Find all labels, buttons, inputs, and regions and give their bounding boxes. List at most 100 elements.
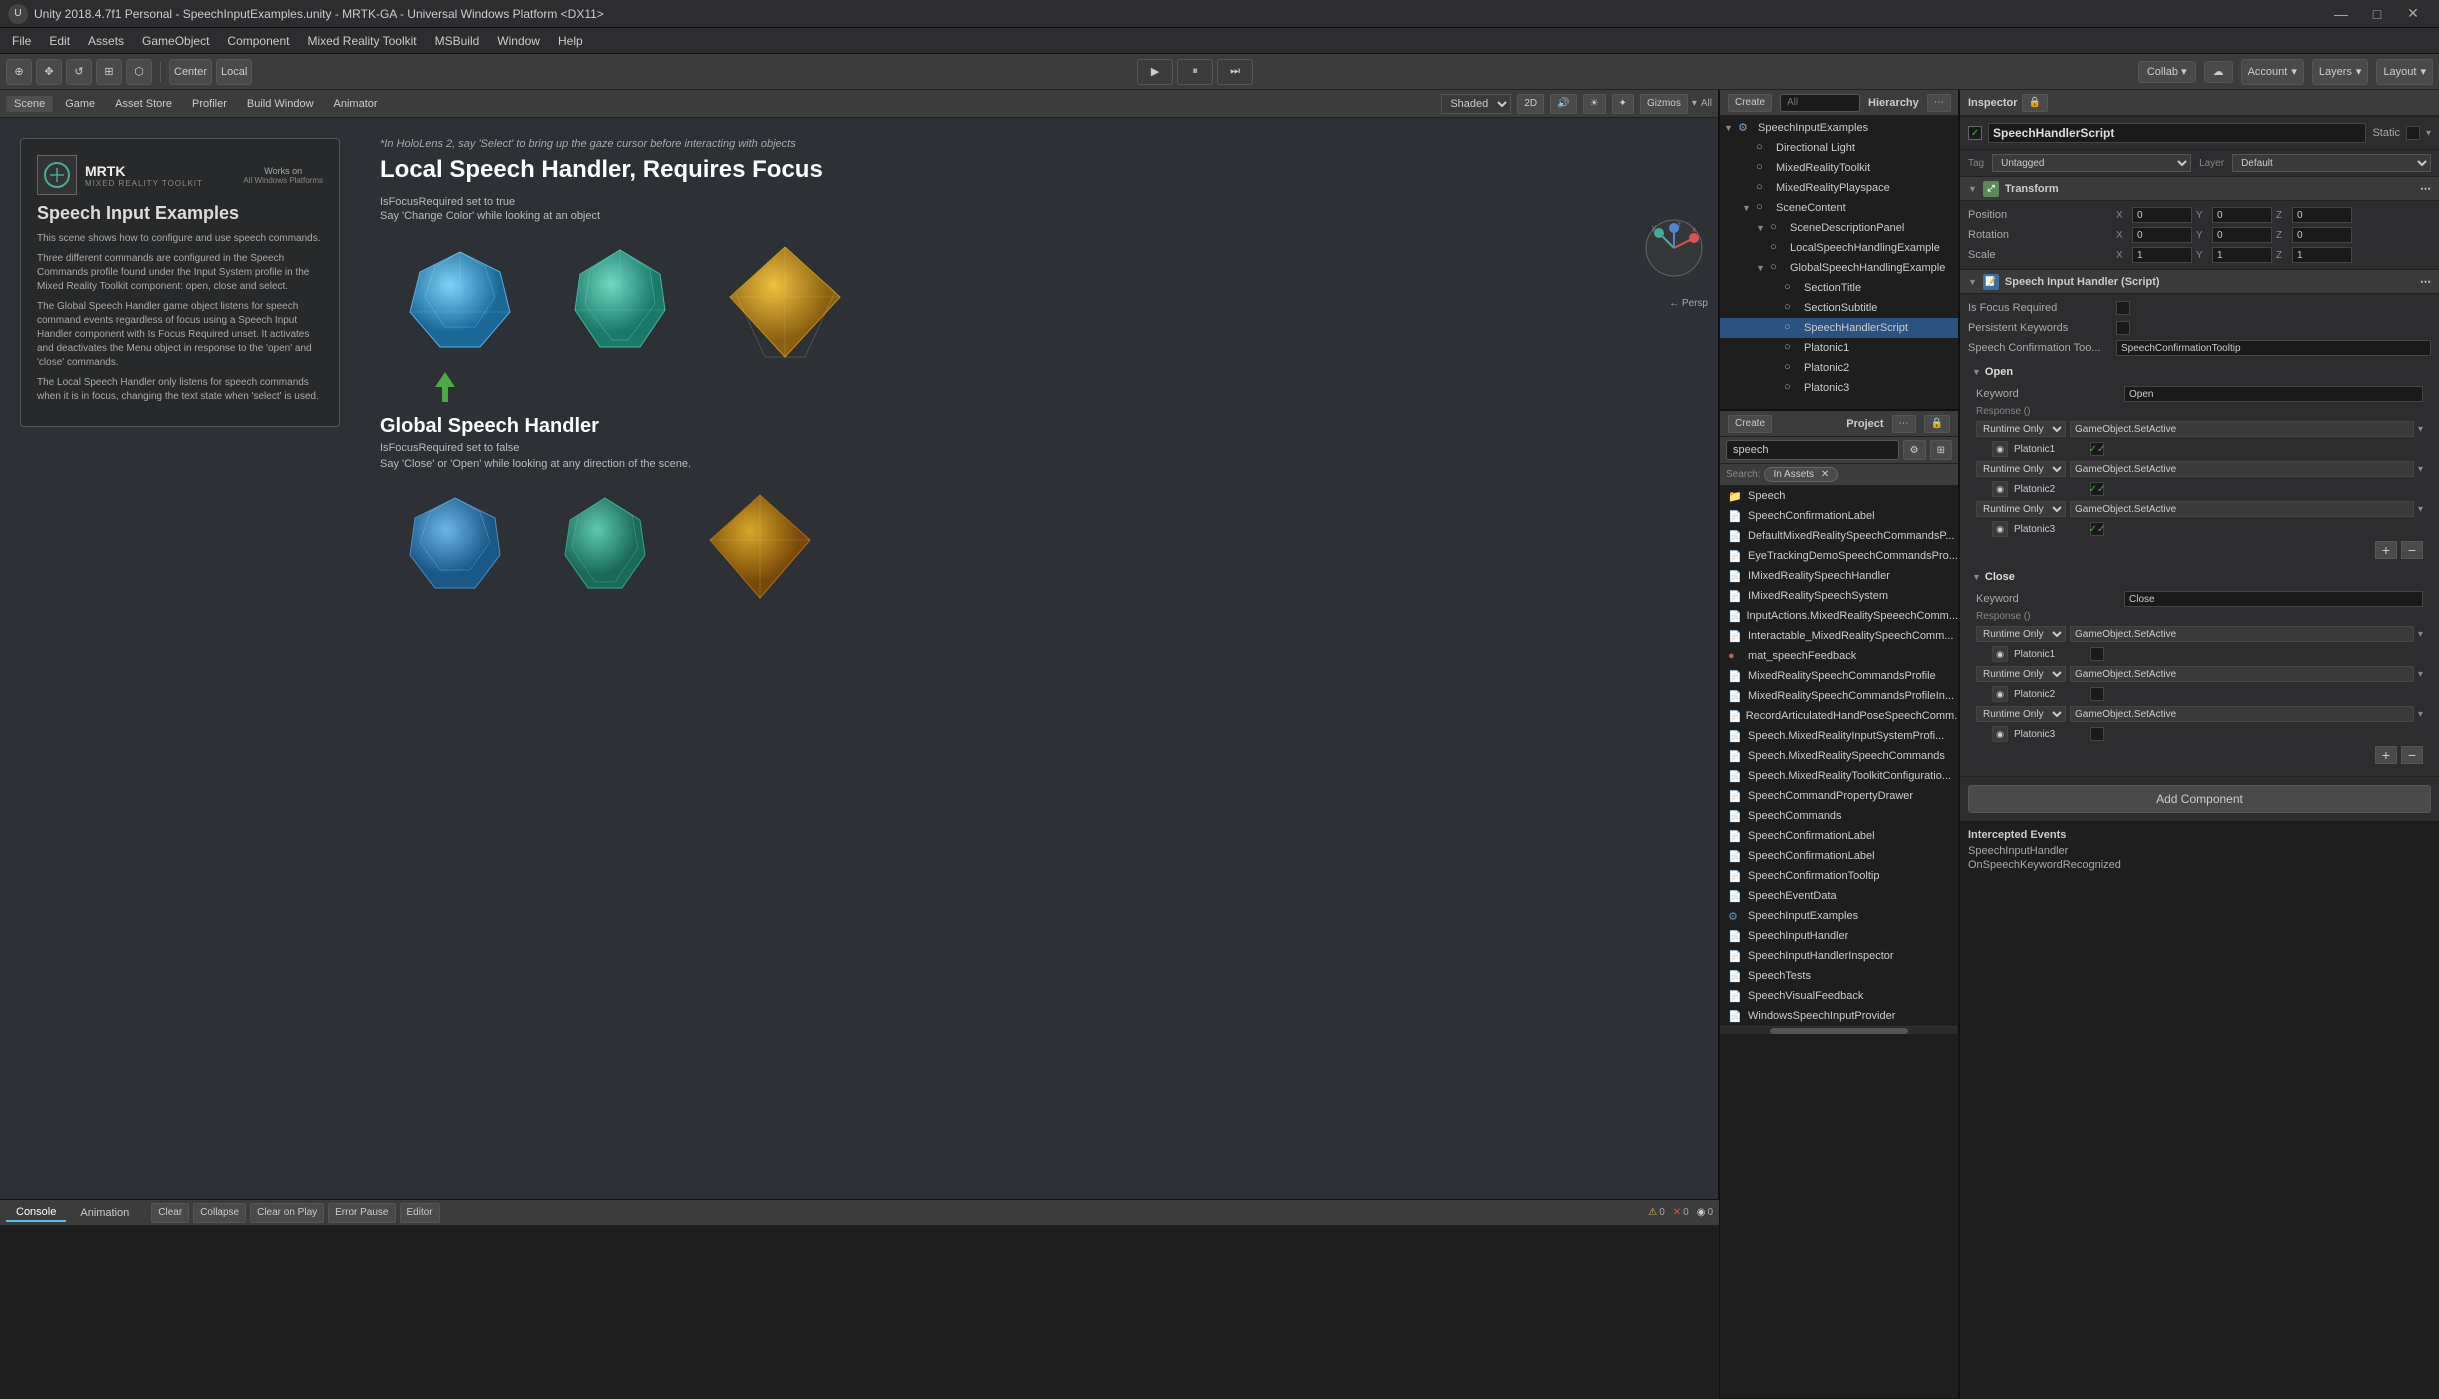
project-item-18[interactable]: 📄 SpeechConfirmationLabel (1720, 846, 1958, 866)
hierarchy-item-speech-handler-script[interactable]: ○ SpeechHandlerScript (1720, 318, 1958, 338)
close-response-input-1[interactable] (2070, 626, 2414, 642)
shaded-dropdown[interactable]: Shaded (1441, 94, 1511, 114)
project-item-16[interactable]: 📄 SpeechCommands (1720, 806, 1958, 826)
project-item-1[interactable]: 📄 SpeechConfirmationLabel (1720, 506, 1958, 526)
open-obj-check-1[interactable]: ✓ (2090, 442, 2104, 456)
open-response-arrow-3[interactable]: ▾ (2418, 504, 2423, 515)
close-obj-check-3[interactable] (2090, 727, 2104, 741)
scale-x-input[interactable] (2132, 247, 2192, 263)
gameobject-name-input[interactable] (1988, 123, 2366, 143)
speech-handler-options[interactable]: ⋯ (2420, 275, 2431, 288)
hierarchy-item-global-speech[interactable]: ▼ ○ GlobalSpeechHandlingExample (1720, 258, 1958, 278)
tag-dropdown[interactable]: Untagged (1992, 154, 2191, 172)
hierarchy-item-platonic1[interactable]: ○ Platonic1 (1720, 338, 1958, 358)
close-obj-lock-2[interactable]: ◉ (1992, 686, 2008, 702)
project-search-type-button[interactable]: ⊞ (1930, 440, 1952, 460)
error-pause-button[interactable]: Error Pause (328, 1203, 395, 1223)
hierarchy-item-platonic3[interactable]: ○ Platonic3 (1720, 378, 1958, 398)
menu-component[interactable]: Component (219, 32, 297, 50)
clear-on-play-button[interactable]: Clear on Play (250, 1203, 324, 1223)
collapse-button[interactable]: Collapse (193, 1203, 246, 1223)
project-item-19[interactable]: 📄 SpeechConfirmationTooltip (1720, 866, 1958, 886)
play-button[interactable]: ▶ (1137, 59, 1173, 85)
project-item-12[interactable]: 📄 Speech.MixedRealityInputSystemProfi... (1720, 726, 1958, 746)
menu-assets[interactable]: Assets (80, 32, 132, 50)
close-response-arrow-2[interactable]: ▾ (2418, 669, 2423, 680)
menu-file[interactable]: File (4, 32, 39, 50)
hierarchy-item-scene-description-panel[interactable]: ▼ ○ SceneDescriptionPanel (1720, 218, 1958, 238)
hierarchy-item-speech-input-examples[interactable]: ▼ ⚙ SpeechInputExamples (1720, 118, 1958, 138)
maximize-button[interactable]: □ (2359, 0, 2395, 28)
close-button[interactable]: ✕ (2395, 0, 2431, 28)
menu-msbuild[interactable]: MSBuild (427, 32, 488, 50)
layout-dropdown[interactable]: Layout ▾ (2376, 59, 2433, 85)
close-obj-lock-3[interactable]: ◉ (1992, 726, 2008, 742)
close-response-dropdown-2[interactable]: Runtime Only (1976, 666, 2066, 682)
hierarchy-item-directional-light[interactable]: ○ Directional Light (1720, 138, 1958, 158)
hierarchy-item-local-speech[interactable]: ○ LocalSpeechHandlingExample (1720, 238, 1958, 258)
tab-asset-store[interactable]: Asset Store (107, 96, 180, 112)
is-focus-required-checkbox[interactable] (2116, 301, 2130, 315)
static-checkbox[interactable] (2406, 126, 2420, 140)
inspector-lock-button[interactable]: 🔒 (2022, 94, 2048, 112)
project-create-button[interactable]: Create (1728, 415, 1772, 433)
open-add-button[interactable]: + (2375, 541, 2397, 559)
in-assets-close[interactable]: ✕ (1821, 469, 1829, 480)
speech-handler-component-header[interactable]: ▼ 📝 Speech Input Handler (Script) ⋯ (1960, 270, 2439, 294)
tool-scale[interactable]: ↺ (66, 59, 92, 85)
project-item-speech[interactable]: 📁 Speech (1720, 486, 1958, 506)
close-response-arrow-1[interactable]: ▾ (2418, 629, 2423, 640)
menu-help[interactable]: Help (550, 32, 591, 50)
cloud-button[interactable]: ☁ (2204, 61, 2233, 83)
open-response-dropdown-3[interactable]: Runtime Only (1976, 501, 2066, 517)
tab-build-window[interactable]: Build Window (239, 96, 322, 112)
open-response-dropdown-1[interactable]: Runtime Only (1976, 421, 2066, 437)
close-obj-lock-1[interactable]: ◉ (1992, 646, 2008, 662)
tab-animator[interactable]: Animator (326, 96, 386, 112)
step-button[interactable]: ⏭ (1217, 59, 1253, 85)
project-search-input[interactable] (1726, 440, 1899, 460)
rotation-x-input[interactable] (2132, 227, 2192, 243)
tab-profiler[interactable]: Profiler (184, 96, 235, 112)
project-item-22[interactable]: 📄 SpeechInputHandler (1720, 926, 1958, 946)
tab-scene[interactable]: Scene (6, 96, 53, 112)
project-item-10[interactable]: 📄 MixedRealitySpeechCommandsProfileIn... (1720, 686, 1958, 706)
close-response-dropdown-3[interactable]: Runtime Only (1976, 706, 2066, 722)
project-settings-button[interactable]: ⋯ (1892, 415, 1916, 433)
hierarchy-item-section-title[interactable]: ○ SectionTitle (1720, 278, 1958, 298)
gizmos-button[interactable]: Gizmos (1640, 94, 1688, 114)
persistent-keywords-checkbox[interactable] (2116, 321, 2130, 335)
local-button[interactable]: Local (216, 59, 252, 85)
tool-move[interactable]: ⊕ (6, 59, 32, 85)
static-dropdown-arrow[interactable]: ▾ (2426, 128, 2431, 139)
open-remove-button[interactable]: − (2401, 541, 2423, 559)
open-keyword-input[interactable] (2124, 386, 2423, 402)
project-item-26[interactable]: 📄 WindowsSpeechInputProvider (1720, 1006, 1958, 1026)
open-obj-lock-2[interactable]: ◉ (1992, 481, 2008, 497)
hierarchy-item-section-subtitle[interactable]: ○ SectionSubtitle (1720, 298, 1958, 318)
tab-game[interactable]: Game (57, 96, 103, 112)
pause-button[interactable]: ⏸ (1177, 59, 1213, 85)
rotation-z-input[interactable] (2292, 227, 2352, 243)
position-y-input[interactable]: 0 (2212, 207, 2272, 223)
close-response-input-3[interactable] (2070, 706, 2414, 722)
close-obj-check-1[interactable] (2090, 647, 2104, 661)
hierarchy-create-button[interactable]: Create (1728, 94, 1772, 112)
speech-confirmation-input[interactable] (2116, 340, 2431, 356)
tool-rotate[interactable]: ✥ (36, 59, 62, 85)
project-item-15[interactable]: 📄 SpeechCommandPropertyDrawer (1720, 786, 1958, 806)
hierarchy-item-scene-content[interactable]: ▼ ○ SceneContent (1720, 198, 1958, 218)
position-x-input[interactable]: 0 (2132, 207, 2192, 223)
open-obj-check-2[interactable]: ✓ (2090, 482, 2104, 496)
open-response-arrow-2[interactable]: ▾ (2418, 464, 2423, 475)
rotation-y-input[interactable] (2212, 227, 2272, 243)
transform-component-header[interactable]: ▼ ⤢ Transform ⋯ (1960, 177, 2439, 201)
open-obj-lock-1[interactable]: ◉ (1992, 441, 2008, 457)
project-item-scene[interactable]: ⚙ SpeechInputExamples (1720, 906, 1958, 926)
project-lock-button[interactable]: 🔒 (1924, 415, 1950, 433)
orientation-gizmo[interactable]: x y z (1644, 218, 1704, 278)
open-response-arrow-1[interactable]: ▾ (2418, 424, 2423, 435)
2d-button[interactable]: 2D (1517, 94, 1544, 114)
fx-button[interactable]: ✦ (1612, 94, 1634, 114)
project-item-6[interactable]: 📄 InputActions.MixedRealitySpeeechComm..… (1720, 606, 1958, 626)
